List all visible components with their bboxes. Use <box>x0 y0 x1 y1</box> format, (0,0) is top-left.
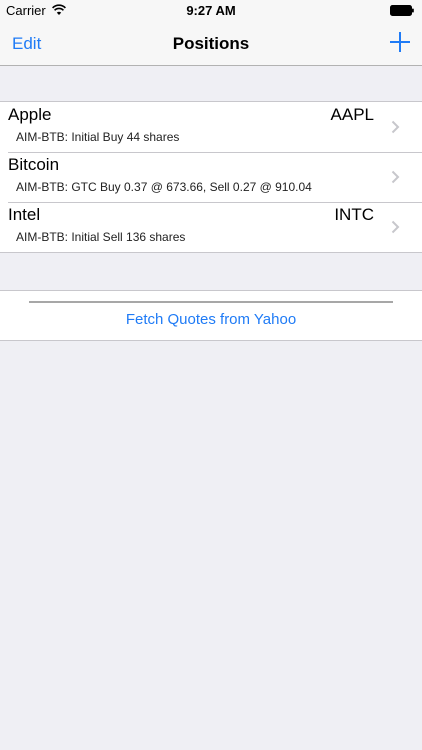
divider <box>29 301 393 303</box>
navigation-bar: Edit Positions <box>0 22 422 66</box>
position-row-bitcoin[interactable]: Bitcoin AIM-BTB: GTC Buy 0.37 @ 673.66, … <box>0 152 422 202</box>
chevron-right-icon <box>391 220 400 234</box>
fetch-section: Fetch Quotes from Yahoo <box>0 290 422 341</box>
position-detail: AIM-BTB: Initial Buy 44 shares <box>16 130 180 144</box>
chevron-right-icon <box>391 120 400 134</box>
chevron-right-icon <box>391 170 400 184</box>
position-symbol: INTC <box>334 205 374 224</box>
battery-icon <box>390 5 414 16</box>
page-title: Positions <box>172 34 250 53</box>
plus-icon[interactable] <box>388 30 412 54</box>
position-symbol: AAPL <box>330 105 374 124</box>
position-row-apple[interactable]: Apple AAPL AIM-BTB: Initial Buy 44 share… <box>0 102 422 152</box>
position-detail: AIM-BTB: GTC Buy 0.37 @ 673.66, Sell 0.2… <box>16 180 312 194</box>
positions-list: Apple AAPL AIM-BTB: Initial Buy 44 share… <box>0 101 422 253</box>
position-detail: AIM-BTB: Initial Sell 136 shares <box>16 230 186 244</box>
position-name: Bitcoin <box>8 155 60 174</box>
position-name: Intel <box>8 205 41 224</box>
fetch-quotes-button[interactable]: Fetch Quotes from Yahoo <box>0 311 422 328</box>
position-name: Apple <box>8 105 52 124</box>
status-time: 9:27 AM <box>186 3 236 18</box>
position-row-intel[interactable]: Intel INTC AIM-BTB: Initial Sell 136 sha… <box>0 202 422 252</box>
status-bar: Carrier 9:27 AM <box>0 0 422 22</box>
